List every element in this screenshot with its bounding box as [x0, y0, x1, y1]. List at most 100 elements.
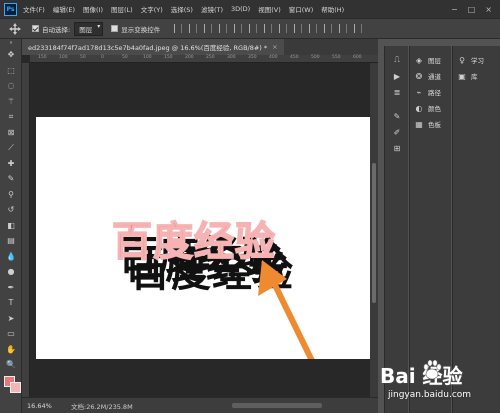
align-center-icon[interactable] [234, 24, 243, 33]
tools-collapse-icon[interactable]: » [0, 39, 22, 47]
menu-window[interactable]: 窗口(W) [289, 4, 314, 14]
distribute-right-icon[interactable] [339, 24, 348, 33]
panel-swatches[interactable]: ▦ 色板 [410, 116, 451, 132]
marquee-tool-icon[interactable]: ⬚ [0, 63, 22, 79]
panel-libraries[interactable]: ▣ 库 [453, 68, 500, 84]
menu-filter[interactable]: 滤镜(T) [201, 4, 223, 14]
distribute-bottom-icon[interactable] [294, 24, 303, 33]
panel-paths[interactable]: ⌁ 路径 [410, 84, 451, 100]
crop-tool-icon[interactable]: ⌗ [0, 109, 22, 125]
color-swatches[interactable] [4, 372, 22, 393]
dodge-tool-icon[interactable]: ● [0, 264, 22, 280]
maximize-button[interactable]: □ [468, 5, 476, 14]
horizontal-scroll-thumb[interactable] [232, 403, 322, 408]
channels-icon: ❂ [415, 71, 423, 81]
panel-libraries-label: 库 [471, 73, 478, 81]
menu-3d[interactable]: 3D(D) [231, 5, 250, 13]
distribute-left-icon[interactable] [309, 24, 318, 33]
menu-image[interactable]: 图像(I) [83, 4, 103, 14]
window-controls: − □ × [451, 5, 492, 14]
blur-tool-icon[interactable]: 💧 [0, 249, 22, 265]
clone-source-panel-icon[interactable]: ⊞ [385, 140, 409, 156]
panel-color-label: 颜色 [428, 105, 441, 113]
align-left-icon[interactable] [219, 24, 228, 33]
options-bar: 自动选择: 图层 显示变换控件 [0, 18, 500, 39]
magic-wand-tool-icon[interactable]: ⚚ [0, 94, 22, 110]
pen-tool-icon[interactable]: ✒ [0, 280, 22, 296]
ruler-tick: 600 [353, 55, 362, 60]
ruler-tick: 100 [59, 55, 68, 60]
auto-select-dropdown[interactable]: 图层 [74, 21, 104, 36]
menu-edit[interactable]: 编辑(E) [53, 4, 75, 14]
ruler-tick: 350 [248, 55, 257, 60]
panel-layers[interactable]: ◈ 图层 [410, 52, 451, 68]
lasso-tool-icon[interactable]: ◌ [0, 78, 22, 94]
vertical-ruler [22, 63, 30, 397]
background-color-swatch[interactable] [10, 382, 21, 393]
ruler-tick: 50 [122, 55, 128, 60]
layers-icon: ◈ [415, 55, 423, 65]
document-tab[interactable]: ed233184f74f7ad178d13c5e7b4a0fad.jpeg @ … [22, 39, 284, 55]
annotation-arrow-icon [258, 260, 315, 359]
eraser-tool-icon[interactable]: ◧ [0, 218, 22, 234]
zoom-tool-icon[interactable]: 🔍 [0, 357, 22, 373]
align-top-icon[interactable] [174, 24, 183, 33]
shape-tool-icon[interactable]: ▭ [0, 326, 22, 342]
vertical-scrollbar[interactable] [370, 63, 378, 397]
align-middle-icon[interactable] [189, 24, 198, 33]
menu-layer[interactable]: 图层(L) [111, 4, 133, 14]
minimize-button[interactable]: − [451, 5, 458, 14]
status-bar: 16.64% 文档:26.2M/235.8M [22, 397, 378, 413]
show-transform-label: 显示变换控件 [121, 25, 161, 34]
ruler-tick: 150 [164, 55, 173, 60]
path-selection-tool-icon[interactable]: ➤ [0, 311, 22, 327]
auto-select-checkbox[interactable] [32, 25, 39, 32]
ruler-tick: 300 [227, 55, 236, 60]
actions-panel-icon[interactable]: ▶ [385, 68, 409, 84]
brush-settings-panel-icon[interactable]: ✐ [385, 124, 409, 140]
auto-align-icon[interactable] [354, 24, 363, 33]
gradient-tool-icon[interactable]: ▤ [0, 233, 22, 249]
type-tool-icon[interactable]: T [0, 295, 22, 311]
align-bottom-icon[interactable] [204, 24, 213, 33]
vertical-scroll-thumb[interactable] [372, 163, 376, 303]
hand-tool-icon[interactable]: ✋ [0, 342, 22, 358]
ruler-tick: 550 [332, 55, 341, 60]
distribute-center-icon[interactable] [324, 24, 333, 33]
menu-help[interactable]: 帮助(H) [321, 4, 344, 14]
clone-stamp-tool-icon[interactable]: ⚲ [0, 187, 22, 203]
ruler-tick: 250 [206, 55, 215, 60]
align-right-icon[interactable] [249, 24, 258, 33]
brush-tool-icon[interactable]: ✎ [0, 171, 22, 187]
close-tab-icon[interactable]: × [272, 43, 277, 51]
ruler-tick: 200 [185, 55, 194, 60]
zoom-level[interactable]: 16.64% [27, 402, 71, 410]
ruler-tick: 100 [143, 55, 152, 60]
eyedropper-tool-icon[interactable]: ⟋ [0, 140, 22, 156]
menu-select[interactable]: 选择(S) [171, 4, 193, 14]
photoshop-logo-icon: Ps [4, 2, 17, 16]
distribute-middle-icon[interactable] [279, 24, 288, 33]
menu-file[interactable]: 文件(F) [23, 4, 45, 14]
healing-brush-tool-icon[interactable]: ✚ [0, 156, 22, 172]
document-canvas[interactable]: 百度经验 百度经验 百度经验 百度经验 [36, 117, 374, 359]
menu-type[interactable]: 文字(Y) [141, 4, 163, 14]
panel-learn[interactable]: ♀ 学习 [453, 52, 500, 68]
panel-channels[interactable]: ❂ 通道 [410, 68, 451, 84]
panel-color[interactable]: ◐ 颜色 [410, 100, 451, 116]
brushes-panel-icon[interactable]: ✎ [385, 108, 409, 124]
paths-icon: ⌁ [416, 87, 422, 97]
distribute-top-icon[interactable] [264, 24, 273, 33]
properties-panel-icon[interactable]: ≣ [385, 84, 409, 100]
move-tool-icon[interactable]: ✥ [0, 47, 22, 63]
show-transform-checkbox[interactable] [111, 25, 119, 32]
canvas-area[interactable]: 150 100 50 0 50 100 150 200 250 300 350 … [22, 55, 378, 397]
swatches-icon: ▦ [415, 119, 423, 129]
document-size: 文档:26.2M/235.8M [71, 402, 133, 411]
frame-tool-icon[interactable]: ⊠ [0, 125, 22, 141]
history-panel-icon[interactable]: ⎍ [385, 52, 409, 68]
history-brush-tool-icon[interactable]: ↺ [0, 202, 22, 218]
move-tool-preset-icon[interactable] [4, 21, 26, 36]
close-window-button[interactable]: × [485, 5, 492, 14]
menu-view[interactable]: 视图(V) [258, 4, 281, 14]
